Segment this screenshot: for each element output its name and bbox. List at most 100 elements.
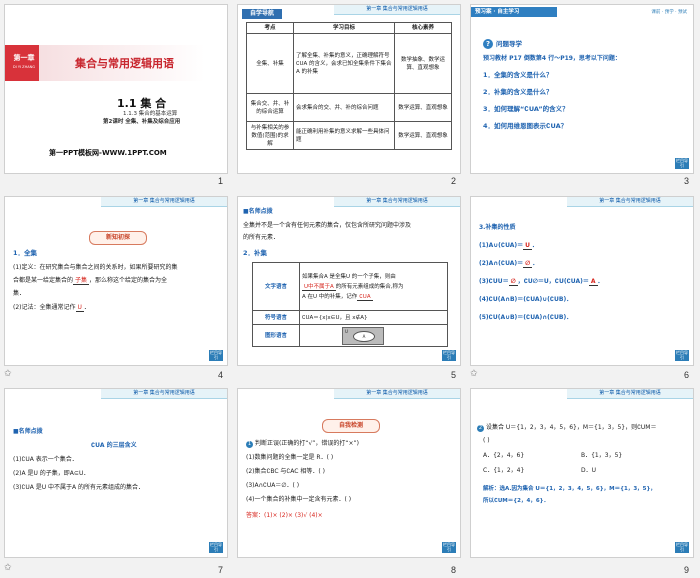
section-pill: 新知初探 — [89, 231, 147, 245]
property-text: ． — [532, 260, 539, 267]
chapter-header: 第一章 集合与常用逻辑用语 — [334, 197, 460, 207]
property-line: (3)∁UU＝ ∅ ，∁U∅＝U，∁U(∁UA)＝ A ． — [479, 277, 604, 286]
chapter-tag: 第一章 — [13, 54, 35, 62]
exercise-item: (2)集合∁BC 与∁AC 相等．( ) — [246, 468, 325, 475]
meaning-line: (1)∁UA 表示一个集合． — [13, 456, 78, 463]
answer-blank: ∅ — [523, 260, 533, 268]
table-cell: 数学运算、直观想象 — [394, 121, 452, 150]
slide-1[interactable]: 第一章 DI YI ZHANG 集合与常用逻辑用语 1.1 集 合 1.1.3 … — [4, 4, 228, 174]
table-cell: 能正确利用补集的意义求解一些具体问题 — [293, 121, 395, 150]
property-text: (2)A∩(∁UA)＝ — [479, 260, 524, 267]
slide-number: 5 — [451, 370, 457, 380]
tip-text: 的所有元素． — [243, 234, 280, 241]
chapter-pinyin: DI YI ZHANG — [13, 65, 35, 69]
exercise-item: (1)数集问题的全集一定是 R．( ) — [246, 454, 334, 461]
notation-line: (2)记法：全集通常记作 U ． — [13, 303, 90, 312]
slide-4[interactable]: 第一章 集合与常用逻辑用语 新知初探 1．全集 (1)定义：在研究集合与集合之间… — [4, 196, 228, 366]
chapter-header: 第一章 集合与常用逻辑用语 — [567, 197, 693, 207]
slide-8[interactable]: 第一章 集合与常用逻辑用语 自我检测 1 判断正误(正确的打“√”，错误的打“×”… — [237, 388, 461, 558]
answer-blank: 子集 — [73, 277, 90, 285]
venn-cell: A U — [299, 324, 448, 347]
slide1-footer: 第一PPT模板网-WWW.1PPT.COM — [49, 149, 167, 157]
slide-5[interactable]: 第一章 集合与常用逻辑用语 ■名师点拨 全集并不是一个含有任何元素的集合，仅包含… — [237, 196, 461, 366]
venn-diagram: A U — [342, 326, 384, 345]
row-label: 图形语言 — [252, 324, 300, 347]
chapter-header: 第一章 集合与常用逻辑用语 — [101, 197, 227, 207]
symbol-definition: ∁UA＝{x|x∈U，且 x∉A} — [299, 310, 448, 325]
meaning-line: (3)∁UA 是U 中不属于A 的所有元素组成的集合． — [13, 484, 145, 491]
complement-table: 文字语言 如果集合A 是全集U 的一个子集，则由 U中不属于A 的所有元素组成的集… — [252, 262, 448, 347]
property-text: (3)∁UU＝ — [479, 278, 509, 285]
definition-text: A 在U 中的补集，记作 — [302, 293, 358, 300]
solution-line: 解析：选A.因为集合 U＝{1，2，3，4，5，6}，M＝{1，3，5}， — [483, 486, 656, 492]
slide-2[interactable]: 第一章 集合与常用逻辑用语 自学导航 考点 学习目标 核心素养 全集、补集 了解… — [237, 4, 461, 174]
property-line: (5)∁U(A∪B)＝(∁UA)∩(∁UB)． — [479, 314, 573, 321]
definition-text: 合都是某一给定集合的 — [13, 277, 74, 284]
answer-blank: U中不属于A — [302, 283, 336, 291]
table-cell: 与补集相关的参数值(范围)的求解 — [246, 121, 294, 150]
star-icon: ✩ — [4, 369, 12, 379]
question-item: 3．如何理解“∁UA”的含义？ — [483, 105, 569, 113]
definition-line: 合都是某一给定集合的 子集 ，那么称这个给定的集合为全 — [13, 276, 167, 285]
back-button[interactable]: 栏目导引 — [675, 350, 689, 361]
slide-number: 2 — [451, 176, 457, 186]
banner: 自学导航 — [242, 9, 282, 19]
slide-number: 8 — [451, 565, 457, 575]
slide-6[interactable]: 第一章 集合与常用逻辑用语 3.补集的性质 (1)A∪(∁UA)＝ U ． (2)A… — [470, 196, 694, 366]
property-text: ，∁U∅＝U，∁U(∁UA)＝ — [517, 278, 589, 285]
answer-blank: U — [75, 304, 84, 312]
exercise-item: (4)一个集合的补集中一定含有元素．( ) — [246, 496, 352, 503]
tip-label: ■名师点拨 — [243, 208, 273, 215]
slide-7[interactable]: 第一章 集合与常用逻辑用语 ■名师点拨 ∁UA 的三层含义 (1)∁UA 表示一… — [4, 388, 228, 558]
table-cell: 全集、补集 — [246, 33, 294, 94]
tip-title: ∁UA 的三层含义 — [91, 442, 137, 449]
solution-line: 所以∁UM＝{2，4，6}． — [483, 498, 550, 504]
option-a: A．{2，4，6} — [483, 452, 525, 459]
property-text: (1)A∪(∁UA)＝ — [479, 242, 524, 249]
exercise-item: (3)A∩∁UA＝∅．( ) — [246, 482, 300, 489]
exercise-paren: ( ) — [483, 437, 490, 444]
question-number-icon: 2 — [477, 425, 484, 432]
row-label: 符号语言 — [252, 310, 300, 325]
slide-3[interactable]: 预习案 · 自主学习 课前 · 预学 · 预试 ? 问题导学 预习教材 P17 … — [470, 4, 694, 174]
slide-number: 7 — [218, 565, 224, 575]
lesson-title: 第2课时 全集、补集及综合应用 — [103, 119, 181, 125]
exercise-prompt: 判断正误(正确的打“√”，错误的打“×”) — [255, 440, 359, 447]
slide-number: 6 — [684, 370, 690, 380]
back-button[interactable]: 栏目导引 — [209, 542, 223, 553]
banner: 预习案 · 自主学习 — [471, 7, 557, 17]
heading-properties: 3.补集的性质 — [479, 224, 516, 231]
chapter-header: 第一章 集合与常用逻辑用语 — [334, 5, 460, 15]
answer-blank: ∅ — [508, 278, 518, 286]
venn-circle-a: A — [353, 330, 375, 342]
table-cell: 会求集合的交、并、补的综合问题 — [293, 93, 395, 122]
question-item: 4．如何用维恩图表示∁UA？ — [483, 122, 568, 130]
slide1-title: 集合与常用逻辑用语 — [75, 57, 174, 70]
back-button[interactable]: 栏目导引 — [442, 350, 456, 361]
question-item: 1．全集的含义是什么？ — [483, 71, 553, 79]
definition-text: ，那么称这个给定的集合为全 — [89, 277, 168, 284]
table-cell: 了解全集、补集的意义，正确理解符号∁UA 的含义，会求已知全集条件下集合A 的补… — [293, 33, 395, 94]
notation-text: ． — [83, 304, 90, 311]
back-button[interactable]: 栏目导引 — [675, 158, 689, 169]
chapter-header: 第一章 集合与常用逻辑用语 — [334, 389, 460, 399]
slide-9[interactable]: 第一章 集合与常用逻辑用语 2 设集合 U＝{1，2，3，4，5，6}，M＝{1，… — [470, 388, 694, 558]
section-pill: 自我检测 — [322, 419, 380, 433]
meaning-line: (2)A 是U 的子集，即A⊆U． — [13, 470, 90, 477]
table-header: 考点 — [246, 22, 294, 34]
table-header: 核心素养 — [394, 22, 452, 34]
star-icon: ✩ — [4, 563, 12, 573]
table-cell: 数学运算、直观想象 — [394, 93, 452, 122]
property-text: ． — [597, 278, 604, 285]
top-links[interactable]: 课前 · 预学 · 预试 — [651, 9, 687, 15]
option-b: B．{1，3，5} — [581, 452, 623, 459]
option-c: C．{1，2，4} — [483, 467, 525, 474]
slide-number: 3 — [684, 176, 690, 186]
back-button[interactable]: 栏目导引 — [209, 350, 223, 361]
back-button[interactable]: 栏目导引 — [442, 542, 456, 553]
question-icon: ? — [483, 39, 493, 49]
property-line: (4)∁U(A∩B)＝(∁UA)∪(∁UB)． — [479, 296, 573, 303]
subsection-title: 1.1.3 集合的基本运算 — [123, 111, 178, 117]
table-cell: 集合交、并、补的综合运算 — [246, 93, 294, 122]
back-button[interactable]: 栏目导引 — [675, 542, 689, 553]
